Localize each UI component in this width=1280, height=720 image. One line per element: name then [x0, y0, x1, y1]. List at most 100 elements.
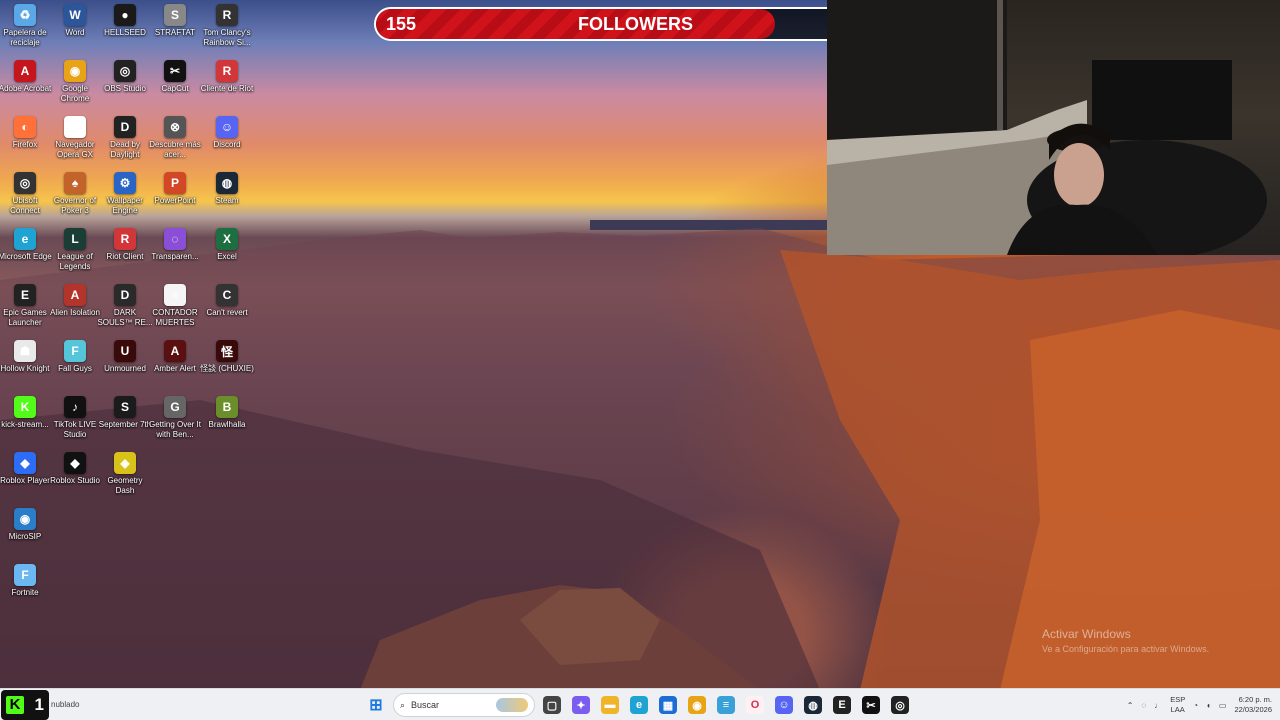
taskbar-search-box[interactable]: ⌕ Buscar [393, 693, 535, 717]
obs-icon: ◎ [114, 60, 136, 82]
desktop-icon-label: September 7th [98, 420, 152, 429]
desktop-icon-riot-client[interactable]: R Cliente de Riot [201, 60, 253, 116]
desktop-icon-edge[interactable]: e Microsoft Edge [0, 228, 52, 284]
cant-revert-icon: C [216, 284, 238, 306]
desktop-icon-unmourned[interactable]: U Unmourned [100, 340, 150, 396]
desktop-icon-label: Roblox Player [0, 476, 50, 485]
desktop-icon-label: MicroSIP [8, 532, 42, 541]
desktop-icon-steam[interactable]: ◍ Steam [202, 172, 252, 228]
desktop-icon-adobe-acrobat[interactable]: A Adobe Acrobat [0, 60, 51, 116]
desktop-icon-fortnite[interactable]: F Fortnite [0, 564, 50, 620]
taskbar-capcut-button[interactable]: ✂ [859, 693, 883, 717]
transparent-icon: ◌ [164, 228, 186, 250]
desktop-icon-september[interactable]: S September 7th [98, 396, 152, 452]
steam-taskbar-icon: ◍ [804, 696, 822, 714]
desktop-icon-discord[interactable]: ☺ Discord [202, 116, 252, 172]
desktop-icon-transparent[interactable]: ◌ Transparen... [150, 228, 200, 284]
word-icon: W [64, 4, 86, 26]
desktop-icon-roblox-player[interactable]: ◆ Roblox Player [0, 452, 50, 508]
taskbar-obs-button[interactable]: ◎ [888, 693, 912, 717]
discord-icon: ☺ [216, 116, 238, 138]
desktop-icon-label: Epic Games Launcher [3, 308, 47, 327]
desktop-icon-label: Ubisoft Connect [10, 196, 40, 215]
edge-taskbar-icon: e [630, 696, 648, 714]
desktop-icon-league[interactable]: L League of Legends [50, 228, 100, 284]
desktop-icon-chuxie[interactable]: 怪怪談 (CHUXIE) [200, 340, 254, 396]
desktop-icon-dark-souls[interactable]: D DARK SOULS™ RE... [97, 284, 153, 340]
taskbar: K 1 nublado ⊞ ⌕ Buscar ▢ ✦ ▬ e ▦ ◉ ≡ O ☺ ◍ E ✂ ◎ ⌃ ◌… [0, 688, 1280, 720]
taskbar-task-view-button[interactable]: ▢ [540, 693, 564, 717]
tray-network-app-icon[interactable]: ◌ [1141, 701, 1146, 710]
desktop-icon-powerpoint[interactable]: P PowerPoint [150, 172, 200, 228]
desktop-icon-capcut[interactable]: ✂ CapCut [150, 60, 200, 116]
tray-overflow-chevron-icon[interactable]: ⌃ [1127, 701, 1134, 710]
desktop-icon-grid: ♻ Papelera de reciclaje W Word ● HELLSEED S STR… [0, 0, 260, 610]
desktop-icon-epic-games[interactable]: E Epic Games Launcher [0, 284, 50, 340]
desktop-icon-label: CapCut [161, 84, 189, 93]
desktop-icon-label: kick-stream... [1, 420, 49, 429]
taskbar-opera-gx-button[interactable]: O [743, 693, 767, 717]
desktop-icon-dead-by-daylight[interactable]: D Dead by Daylight [100, 116, 150, 172]
desktop-icon-label: Riot Client [106, 252, 144, 261]
desktop-icon-microsip[interactable]: ◉ MicroSIP [0, 508, 50, 564]
desktop-icon-kick[interactable]: Kkick-stream... [0, 396, 50, 452]
desktop-icon-fall-guys[interactable]: F Fall Guys [50, 340, 100, 396]
desktop-icon-excel[interactable]: X Excel [202, 228, 252, 284]
desktop-icon-brawlhalla[interactable]: B Brawlhalla [202, 396, 252, 452]
desktop-icon-discover[interactable]: ⊗ Descubre más acer... [149, 116, 201, 172]
desktop-icon-document[interactable]: ≡ CONTADOR MUERTES [150, 284, 200, 340]
desktop-icon-ubisoft[interactable]: ◎ Ubisoft Connect [0, 172, 50, 228]
desktop-icon-cant-revert[interactable]: C Can't revert [202, 284, 252, 340]
desktop-icon-word[interactable]: W Word [50, 4, 100, 60]
wallpaper-engine-icon: ⚙ [114, 172, 136, 194]
obs-taskbar-icon: ◎ [891, 696, 909, 714]
desktop-icon-roblox-studio[interactable]: ◆ Roblox Studio [50, 452, 100, 508]
epic-taskbar-icon: E [833, 696, 851, 714]
microphone-icon[interactable]: ♩ [1154, 701, 1162, 710]
desktop-icon-firefox[interactable]: ◐ Firefox [0, 116, 50, 172]
capcut-taskbar-icon: ✂ [862, 696, 880, 714]
opera-gx-icon: O [64, 116, 86, 138]
battery-icon[interactable]: ▭ [1219, 701, 1227, 710]
desktop-icon-opera-gx[interactable]: O Navegador Opera GX [50, 116, 100, 172]
desktop-icon-amber-alert[interactable]: A Amber Alert [150, 340, 200, 396]
input-language[interactable]: ESP LAA [1170, 695, 1185, 715]
desktop-icon-chrome[interactable]: ◉ Google Chrome [50, 60, 100, 116]
desktop-icon-label: TikTok LIVE Studio [53, 420, 97, 439]
desktop-icon-getting-over-it[interactable]: G Getting Over It with Ben... [149, 396, 201, 452]
desktop-icon-geometry-dash[interactable]: ◈ Geometry Dash [100, 452, 150, 508]
start-button[interactable]: ⊞ [364, 693, 388, 717]
geometry-dash-icon: ◈ [114, 452, 136, 474]
system-clock[interactable]: 6:20 p. m. 22/03/2026 [1234, 695, 1272, 715]
taskbar-notepad-button[interactable]: ≡ [714, 693, 738, 717]
taskbar-epic-button[interactable]: E [830, 693, 854, 717]
taskbar-store-button[interactable]: ▦ [656, 693, 680, 717]
desktop-icon-hellseed[interactable]: ● HELLSEED [100, 4, 150, 60]
taskbar-chrome-button[interactable]: ◉ [685, 693, 709, 717]
desktop-icon-wallpaper-engine[interactable]: ⚙ Wallpaper Engine [100, 172, 150, 228]
desktop-icon-riot-client-icon-2[interactable]: R Riot Client [100, 228, 150, 284]
system-tray: ⌃ ◌ ♩ ESP LAA ◔ ◖ ▭ 6:20 p. m. 22/03/202… [1127, 689, 1280, 720]
wifi-icon[interactable]: ◔ [1193, 701, 1198, 710]
taskbar-copilot-button[interactable]: ✦ [569, 693, 593, 717]
desktop-icon-alien[interactable]: A Alien Isolation [50, 284, 100, 340]
keyboard-layout: LAA [1170, 705, 1185, 714]
desktop-icon-tiktok[interactable]: ♪ TikTok LIVE Studio [50, 396, 100, 452]
desktop-icon-label: Unmourned [104, 364, 146, 373]
desktop-icon-governor-poker[interactable]: ♠ Governor of Poker 3 [50, 172, 100, 228]
desktop-icon-obs[interactable]: ◎ OBS Studio [100, 60, 150, 116]
desktop-icon-hollow-knight[interactable]: ☗ Hollow Knight [0, 340, 50, 396]
volume-icon[interactable]: ◖ [1206, 701, 1211, 710]
desktop-icon-recycle-bin[interactable]: ♻ Papelera de reciclaje [0, 4, 50, 60]
desktop-icon-rainbow-six[interactable]: R Tom Clancy's Rainbow Si... [202, 4, 252, 60]
taskbar-discord-button[interactable]: ☺ [772, 693, 796, 717]
riot-client-icon-2: R [114, 228, 136, 250]
taskbar-file-explorer-button[interactable]: ▬ [598, 693, 622, 717]
taskbar-steam-button[interactable]: ◍ [801, 693, 825, 717]
desktop-icon-label: Firefox [12, 140, 38, 149]
taskbar-edge-button[interactable]: e [627, 693, 651, 717]
desktop-icon-straftat[interactable]: S STRAFTAT [150, 4, 200, 60]
hellseed-icon: ● [114, 4, 136, 26]
desktop-icon-label: Fortnite [11, 588, 39, 597]
weather-widget[interactable]: nublado [51, 700, 79, 710]
